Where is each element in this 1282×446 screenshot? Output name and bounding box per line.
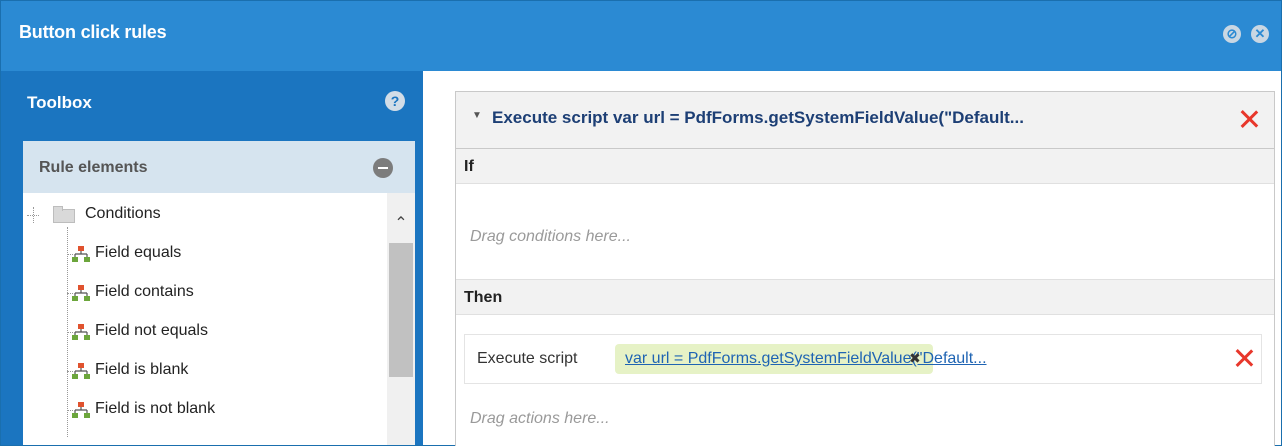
rule-elements-header[interactable]: Rule elements: [23, 141, 415, 193]
if-section-header: If: [456, 149, 1274, 184]
tree-item-label: Field contains: [95, 283, 194, 300]
rule-node-icon: [72, 402, 90, 418]
collapse-icon[interactable]: [373, 158, 393, 178]
dialog-titlebar[interactable]: Button click rules ⊘ ✕: [1, 1, 1281, 67]
rule-node-icon: [72, 285, 90, 301]
rule-editor: ▼ Execute script var url = PdfForms.getS…: [433, 71, 1281, 446]
collapse-arrow-icon[interactable]: ▼: [472, 110, 482, 121]
scroll-up-icon[interactable]: ⌃: [393, 216, 409, 232]
tree-connector: [33, 207, 34, 223]
delete-rule-icon[interactable]: [1240, 110, 1258, 128]
rule-elements-title: Rule elements: [39, 159, 148, 176]
tree-scrollbar[interactable]: ⌃: [387, 193, 415, 445]
if-label: If: [464, 158, 474, 175]
toolbox-panel: Toolbox ? Rule elements Conditions Field…: [1, 71, 423, 445]
rule-node-icon: [72, 363, 90, 379]
tree-item-label: Field equals: [95, 244, 182, 261]
conditions-drop-zone[interactable]: Drag conditions here...: [470, 228, 631, 246]
action-label: Execute script: [477, 350, 578, 367]
dialog-content: Toolbox ? Rule elements Conditions Field…: [1, 71, 1281, 446]
then-section-header: Then: [456, 279, 1274, 315]
rule-elements-panel: Rule elements Conditions Field equals Fi…: [23, 141, 415, 445]
rule-card-header[interactable]: ▼ Execute script var url = PdfForms.getS…: [456, 92, 1274, 149]
rule-title: Execute script var url = PdfForms.getSys…: [492, 108, 1024, 127]
restore-icon[interactable]: ⊘: [1223, 25, 1241, 43]
script-chip: var url = PdfForms.getSystemFieldValue("…: [615, 344, 987, 374]
rule-node-icon: [72, 246, 90, 262]
help-icon[interactable]: ?: [385, 91, 405, 111]
delete-action-icon[interactable]: [1235, 349, 1253, 367]
tree-item-label: Field not equals: [95, 322, 208, 339]
scroll-thumb[interactable]: [389, 243, 413, 377]
rule-elements-tree: Conditions Field equals Field contains F…: [23, 193, 385, 445]
tree-root-label: Conditions: [85, 205, 161, 222]
then-label: Then: [464, 289, 503, 306]
tree-item-label: Field is blank: [95, 361, 189, 378]
remove-script-icon[interactable]: ✖: [909, 350, 921, 367]
rule-card: ▼ Execute script var url = PdfForms.getS…: [455, 91, 1275, 446]
tree-item-label: Field is not blank: [95, 400, 216, 417]
close-icon[interactable]: ✕: [1251, 25, 1269, 43]
toolbox-header: Toolbox: [27, 93, 92, 112]
action-row: Execute script var url = PdfForms.getSys…: [464, 334, 1262, 384]
dialog-title: Button click rules: [19, 22, 167, 42]
button-click-rules-dialog: Button click rules ⊘ ✕ Toolbox ? Rule el…: [0, 0, 1282, 446]
folder-icon: [53, 206, 75, 223]
script-link[interactable]: var url = PdfForms.getSystemFieldValue("…: [625, 350, 987, 368]
rule-node-icon: [72, 324, 90, 340]
actions-drop-zone[interactable]: Drag actions here...: [470, 410, 610, 428]
